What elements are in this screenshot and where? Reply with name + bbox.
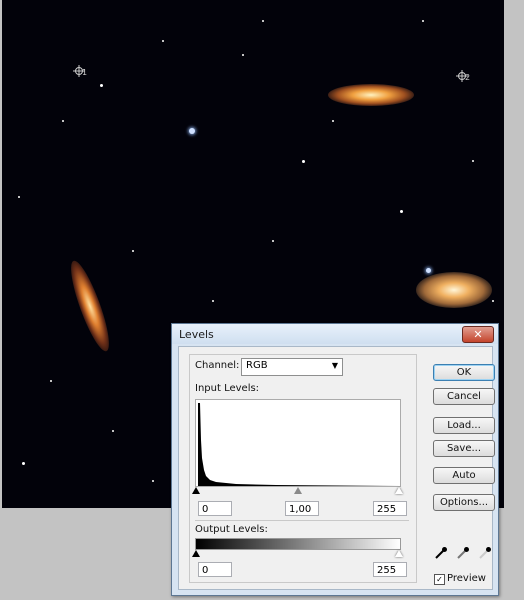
color-sampler-2[interactable]: 2 xyxy=(456,67,471,82)
star xyxy=(272,240,274,242)
gray-eyedropper-icon[interactable] xyxy=(456,545,470,559)
output-levels-label: Output Levels: xyxy=(195,524,268,535)
histogram-graph xyxy=(198,403,400,486)
star xyxy=(400,210,403,213)
output-slider[interactable] xyxy=(192,550,403,558)
histogram xyxy=(195,399,401,487)
output-white-slider[interactable] xyxy=(395,550,403,557)
output-black-slider[interactable] xyxy=(192,550,200,557)
star xyxy=(212,300,214,302)
close-button[interactable]: ✕ xyxy=(462,326,494,343)
star xyxy=(18,196,20,198)
output-white-field[interactable]: 255 xyxy=(373,562,407,577)
star xyxy=(100,84,103,87)
star xyxy=(302,160,305,163)
load-button[interactable]: Load... xyxy=(433,417,495,434)
preview-checkbox[interactable]: ✓ xyxy=(434,574,445,585)
galaxy-top xyxy=(328,84,414,106)
channel-label: Channel: xyxy=(195,360,240,371)
star xyxy=(262,20,264,22)
options-button[interactable]: Options... xyxy=(433,494,495,511)
star xyxy=(50,380,52,382)
output-black-field[interactable]: 0 xyxy=(198,562,232,577)
black-eyedropper-icon[interactable] xyxy=(434,545,448,559)
galaxy-right xyxy=(416,272,492,308)
black-point-slider[interactable] xyxy=(192,487,200,494)
sampler-number: 2 xyxy=(465,73,471,82)
star xyxy=(422,20,424,22)
dialog-title-bar[interactable]: Levels ✕ xyxy=(172,324,498,344)
star xyxy=(472,160,474,162)
star xyxy=(22,462,25,465)
star xyxy=(492,300,494,302)
dropdown-arrow-icon: ▼ xyxy=(331,361,338,370)
channel-select[interactable]: RGB ▼ xyxy=(241,358,343,376)
gamma-slider[interactable] xyxy=(294,487,302,494)
color-sampler-1[interactable]: 1 xyxy=(73,62,88,77)
input-black-field[interactable]: 0 xyxy=(198,501,232,516)
cancel-button[interactable]: Cancel xyxy=(433,388,495,405)
output-gradient xyxy=(195,538,401,550)
bright-star xyxy=(426,268,431,273)
input-levels-label: Input Levels: xyxy=(195,383,260,394)
star xyxy=(162,40,164,42)
dialog-title: Levels xyxy=(179,328,214,341)
star xyxy=(242,54,244,56)
input-slider[interactable] xyxy=(192,487,403,495)
input-white-field[interactable]: 255 xyxy=(373,501,407,516)
star xyxy=(112,430,114,432)
white-eyedropper-icon[interactable] xyxy=(478,545,492,559)
input-gamma-field[interactable]: 1,00 xyxy=(285,501,319,516)
auto-button[interactable]: Auto xyxy=(433,467,495,484)
group-divider xyxy=(195,520,409,521)
white-point-slider[interactable] xyxy=(395,487,403,494)
star xyxy=(152,480,154,482)
ok-button[interactable]: OK xyxy=(433,364,495,381)
star xyxy=(332,120,334,122)
bright-star xyxy=(189,128,195,134)
save-button[interactable]: Save... xyxy=(433,440,495,457)
galaxy-edge-on xyxy=(64,257,116,355)
levels-dialog: Levels ✕ Channel: RGB ▼ Input Levels: 0 … xyxy=(171,323,499,596)
sampler-number: 1 xyxy=(82,68,88,77)
star xyxy=(62,120,64,122)
dialog-body: Channel: RGB ▼ Input Levels: 0 1,00 255 … xyxy=(178,346,495,590)
preview-label[interactable]: Preview xyxy=(447,573,486,584)
channel-value: RGB xyxy=(246,360,268,371)
star xyxy=(132,250,134,252)
